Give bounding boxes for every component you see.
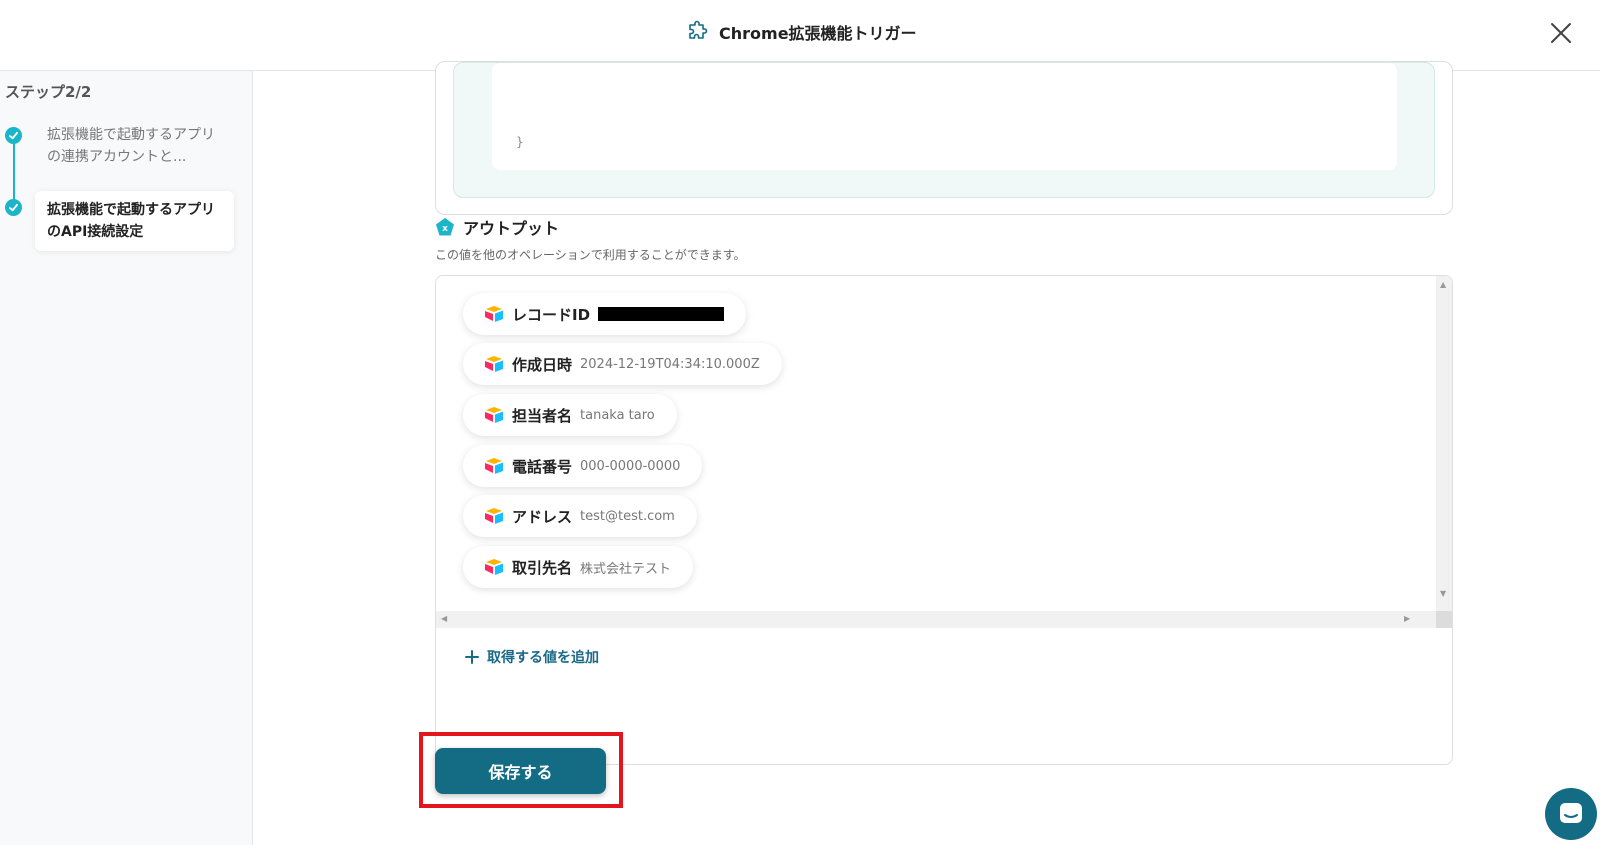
chip-label: 作成日時: [512, 355, 573, 374]
scrollbar-corner: [1436, 611, 1452, 628]
add-value-link[interactable]: 取得する値を追加: [465, 646, 599, 668]
output-chip-person[interactable]: 担当者名 tanaka taro: [463, 394, 677, 436]
chip-label: 取引先名: [512, 558, 573, 577]
main-content: } x アウトプット この値を他のオペレーションで利用することができます。 レコ…: [254, 61, 1600, 845]
add-value-label: 取得する値を追加: [487, 650, 599, 666]
output-box: レコードID 作成日時 2024-12-19T04:34:10.000Z 担当者…: [435, 275, 1453, 765]
sidebar-step-2[interactable]: 拡張機能で起動するアプリのAPI接続設定: [35, 191, 234, 251]
sidebar-step-1[interactable]: 拡張機能で起動するアプリの連携アカウントと...: [47, 124, 227, 168]
step-check-icon: [5, 199, 22, 216]
chip-label: アドレス: [512, 507, 573, 526]
step-count: ステップ2/2: [5, 83, 92, 101]
vertical-scrollbar[interactable]: ▲ ▼: [1436, 276, 1452, 611]
chip-value: 株式会社テスト: [580, 561, 672, 577]
scroll-right-icon[interactable]: ▶: [1404, 615, 1410, 623]
sidebar-step-2-label: 拡張機能で起動するアプリのAPI接続設定: [47, 202, 215, 240]
chip-value: test@test.com: [580, 508, 675, 524]
header-title-text: Chrome拡張機能トリガー: [719, 24, 917, 43]
output-chip-record-id[interactable]: レコードID: [463, 293, 747, 335]
airtable-icon: [485, 508, 503, 524]
output-chip-client[interactable]: 取引先名 株式会社テスト: [463, 546, 694, 588]
code-brace: }: [516, 135, 524, 149]
airtable-icon: [485, 407, 503, 423]
airtable-icon: [485, 559, 503, 575]
svg-text:x: x: [442, 224, 448, 234]
sidebar: ステップ2/2 拡張機能で起動するアプリの連携アカウントと... 拡張機能で起動…: [0, 71, 253, 845]
previous-section-box: }: [435, 61, 1453, 215]
output-pentagon-icon: x: [436, 218, 454, 236]
output-chip-created-at[interactable]: 作成日時 2024-12-19T04:34:10.000Z: [463, 343, 782, 385]
puzzle-icon: [689, 20, 708, 39]
output-chip-list[interactable]: レコードID 作成日時 2024-12-19T04:34:10.000Z 担当者…: [436, 276, 1436, 611]
scroll-left-icon[interactable]: ◀: [441, 615, 447, 623]
chip-value: 000-0000-0000: [580, 458, 681, 474]
output-description: この値を他のオペレーションで利用することができます。: [435, 248, 746, 262]
chip-label: 担当者名: [512, 406, 573, 425]
chat-icon: [1560, 803, 1582, 823]
airtable-icon: [485, 458, 503, 474]
save-button[interactable]: 保存する: [435, 748, 606, 794]
header-title: Chrome拡張機能トリガー: [686, 18, 917, 46]
scroll-down-icon[interactable]: ▼: [1440, 590, 1446, 598]
chip-value: 2024-12-19T04:34:10.000Z: [580, 356, 760, 372]
output-title: アウトプット: [463, 219, 560, 238]
step-check-icon: [5, 127, 22, 144]
chip-value: tanaka taro: [580, 407, 655, 423]
scroll-up-icon[interactable]: ▲: [1440, 281, 1446, 289]
sidebar-step-1-label: 拡張機能で起動するアプリの連携アカウントと...: [47, 127, 215, 165]
close-button[interactable]: [1548, 20, 1574, 46]
chip-label: 電話番号: [512, 457, 573, 476]
previous-section-code: }: [492, 63, 1397, 170]
chip-label: レコードID: [512, 305, 591, 324]
close-icon: [1551, 23, 1571, 43]
airtable-icon: [485, 356, 503, 372]
output-chip-phone[interactable]: 電話番号 000-0000-0000: [463, 445, 703, 487]
airtable-icon: [485, 306, 503, 322]
chat-button[interactable]: [1545, 788, 1597, 840]
horizontal-scrollbar[interactable]: ◀ ▶: [436, 611, 1436, 628]
previous-section-inner: }: [453, 62, 1435, 198]
output-heading: x アウトプット: [435, 215, 559, 239]
output-chip-address[interactable]: アドレス test@test.com: [463, 495, 697, 537]
redacted-value: [598, 307, 725, 321]
plus-icon: [465, 650, 479, 664]
